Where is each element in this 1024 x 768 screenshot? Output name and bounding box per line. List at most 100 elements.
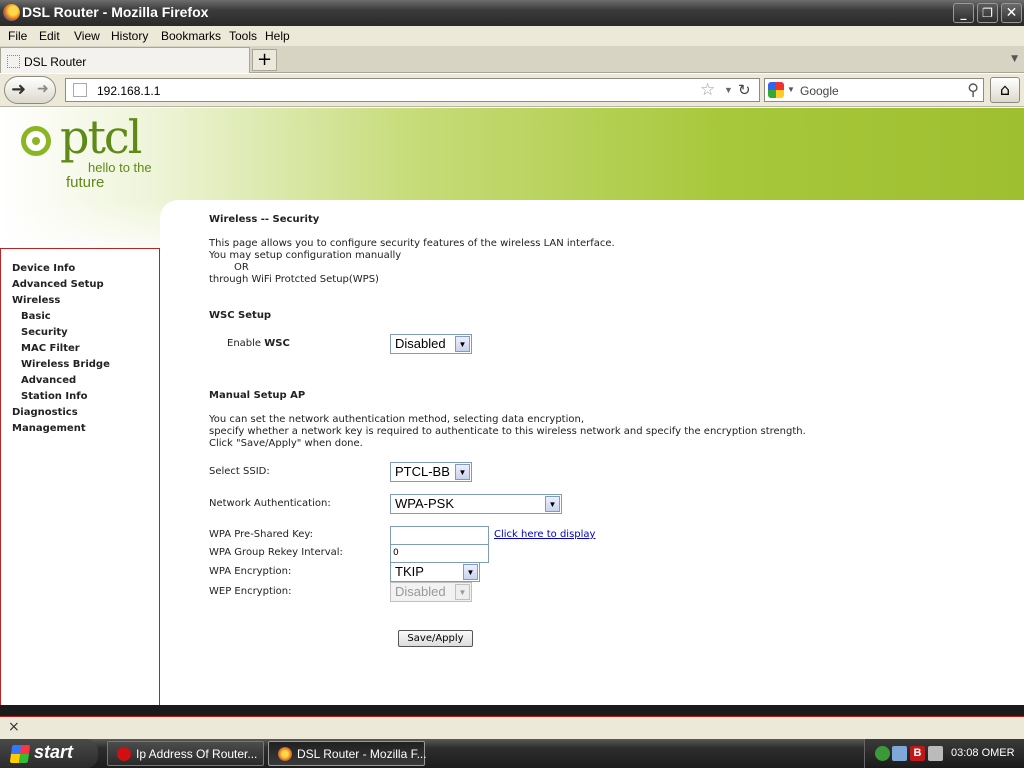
- ssid-select[interactable]: PTCL-BB ▼: [390, 462, 472, 482]
- sidebar-item-device-info[interactable]: Device Info: [12, 263, 75, 274]
- chevron-down-icon: ▼: [455, 464, 470, 480]
- logo-tagline-1: hello to the: [88, 160, 152, 175]
- search-input[interactable]: Google: [800, 84, 839, 98]
- manual-desc-line-2: specify whether a network key is require…: [209, 426, 806, 437]
- page-viewport: ptcl hello to the future Device Info Adv…: [0, 108, 1024, 705]
- back-forward-group: ➜ ➜: [4, 76, 56, 104]
- navigation-bar: ➜ ➜ 192.168.1.1 ☆ ▼ ↻ ▼ Google ⚲ ⌂: [0, 74, 1024, 107]
- tab-label: DSL Router: [24, 55, 87, 69]
- window-title: DSL Router - Mozilla Firefox: [22, 4, 209, 20]
- home-button[interactable]: ⌂: [990, 77, 1020, 103]
- opera-icon: [117, 747, 131, 761]
- clock: 03:08 OMER: [951, 747, 1015, 759]
- wpa-encryption-select[interactable]: TKIP ▼: [390, 562, 480, 582]
- wep-encryption-label: WEP Encryption:: [209, 586, 292, 597]
- intro-line-1: This page allows you to configure securi…: [209, 238, 615, 249]
- display-key-link[interactable]: Click here to display: [494, 529, 595, 540]
- auth-label: Network Authentication:: [209, 498, 331, 509]
- menu-file[interactable]: File: [8, 29, 27, 43]
- taskbar: start Ip Address Of Router... DSL Router…: [0, 739, 1024, 768]
- intro-line-or: OR: [234, 262, 249, 273]
- sidebar-item-wireless-bridge[interactable]: Wireless Bridge: [21, 359, 110, 370]
- rekey-label: WPA Group Rekey Interval:: [209, 547, 343, 558]
- chevron-down-icon: ▼: [463, 564, 478, 580]
- sidebar-item-mac-filter[interactable]: MAC Filter: [21, 343, 80, 354]
- site-identity-icon[interactable]: [73, 83, 87, 97]
- sidebar-item-management[interactable]: Management: [12, 423, 86, 434]
- task-label: Ip Address Of Router...: [136, 747, 258, 761]
- forward-arrow-icon[interactable]: ➜: [37, 81, 49, 97]
- save-apply-button[interactable]: Save/Apply: [398, 630, 473, 647]
- back-arrow-icon[interactable]: ➜: [11, 79, 26, 100]
- psk-label: WPA Pre-Shared Key:: [209, 529, 313, 540]
- start-label: start: [34, 742, 74, 762]
- tab-bar: DSL Router + ▼: [0, 46, 1024, 73]
- menu-view[interactable]: View: [74, 29, 100, 43]
- monitor-icon[interactable]: [892, 746, 907, 761]
- menu-bookmarks[interactable]: Bookmarks: [161, 29, 221, 43]
- wsc-heading: WSC Setup: [209, 310, 272, 321]
- manual-desc-line-1: You can set the network authentication m…: [209, 414, 585, 425]
- volume-icon[interactable]: [928, 746, 943, 761]
- sidebar-item-station-info[interactable]: Station Info: [21, 391, 87, 402]
- menu-history[interactable]: History: [111, 29, 148, 43]
- chevron-down-icon: ▼: [545, 496, 560, 512]
- minimize-button[interactable]: _: [953, 3, 974, 23]
- new-tab-button[interactable]: +: [252, 49, 277, 71]
- ssid-label: Select SSID:: [209, 466, 270, 477]
- system-tray: B 03:08 OMER: [864, 739, 1024, 768]
- sidebar-item-security[interactable]: Security: [21, 327, 68, 338]
- sidebar-item-advanced-setup[interactable]: Advanced Setup: [12, 279, 104, 290]
- close-button[interactable]: ✕: [1001, 3, 1022, 23]
- sidebar-item-diagnostics[interactable]: Diagnostics: [12, 407, 78, 418]
- start-button[interactable]: start: [0, 739, 98, 768]
- close-findbar-icon[interactable]: ×: [8, 719, 20, 735]
- auth-value: WPA-PSK: [395, 496, 454, 511]
- sidebar-item-basic[interactable]: Basic: [21, 311, 51, 322]
- menu-tools[interactable]: Tools: [229, 29, 257, 43]
- url-bar[interactable]: 192.168.1.1 ☆ ▼ ↻: [65, 78, 760, 102]
- chevron-down-icon: ▼: [455, 584, 470, 600]
- logo-tagline-2: future: [66, 174, 105, 191]
- menu-help[interactable]: Help: [265, 29, 290, 43]
- menu-bar: File Edit View History Bookmarks Tools H…: [0, 26, 1024, 46]
- search-engine-dropdown-icon[interactable]: ▼: [787, 85, 795, 94]
- search-icon[interactable]: ⚲: [967, 80, 979, 100]
- intro-line-2: You may setup configuration manually: [209, 250, 402, 261]
- tab-list-icon[interactable]: ▼: [1011, 54, 1018, 64]
- b-app-icon[interactable]: B: [910, 746, 925, 761]
- bookmark-star-icon[interactable]: ☆: [700, 80, 715, 100]
- task-label: DSL Router - Mozilla F...: [297, 747, 427, 761]
- enable-wsc-select[interactable]: Disabled ▼: [390, 334, 472, 354]
- network-icon[interactable]: [875, 746, 890, 761]
- home-icon: ⌂: [999, 80, 1011, 99]
- page-bottom-strip: [0, 705, 1024, 717]
- main-content: Wireless -- Security This page allows yo…: [160, 200, 1024, 705]
- window-titlebar: DSL Router - Mozilla Firefox _ ❐ ✕: [0, 0, 1024, 26]
- auth-select[interactable]: WPA-PSK ▼: [390, 494, 562, 514]
- sidebar-item-wireless[interactable]: Wireless: [12, 295, 60, 306]
- logo-word: ptcl: [60, 110, 142, 164]
- intro-line-3: through WiFi Protcted Setup(WPS): [209, 274, 379, 285]
- google-icon[interactable]: [768, 82, 784, 98]
- find-bar: ×: [0, 717, 1024, 739]
- wep-encryption-select: Disabled ▼: [390, 582, 472, 602]
- psk-input[interactable]: [390, 526, 489, 545]
- sidebar-item-advanced[interactable]: Advanced: [21, 375, 76, 386]
- page-title: Wireless -- Security: [209, 214, 320, 225]
- rekey-input[interactable]: 0: [390, 544, 489, 563]
- manual-setup-heading: Manual Setup AP: [209, 390, 306, 401]
- reload-icon[interactable]: ↻: [738, 81, 751, 99]
- url-text[interactable]: 192.168.1.1: [97, 84, 160, 98]
- menu-edit[interactable]: Edit: [39, 29, 60, 43]
- tab-dsl-router[interactable]: DSL Router: [0, 47, 250, 73]
- sidebar: Device Info Advanced Setup Wireless Basi…: [0, 248, 160, 705]
- wpa-encryption-value: TKIP: [395, 564, 424, 579]
- search-bar[interactable]: ▼ Google ⚲: [764, 78, 984, 102]
- chevron-down-icon: ▼: [455, 336, 470, 352]
- windows-logo-icon: [9, 745, 31, 763]
- taskbar-item-firefox[interactable]: DSL Router - Mozilla F...: [268, 741, 427, 766]
- taskbar-item-opera[interactable]: Ip Address Of Router...: [107, 741, 264, 766]
- url-dropdown-icon[interactable]: ▼: [724, 85, 733, 95]
- restore-button[interactable]: ❐: [977, 3, 998, 23]
